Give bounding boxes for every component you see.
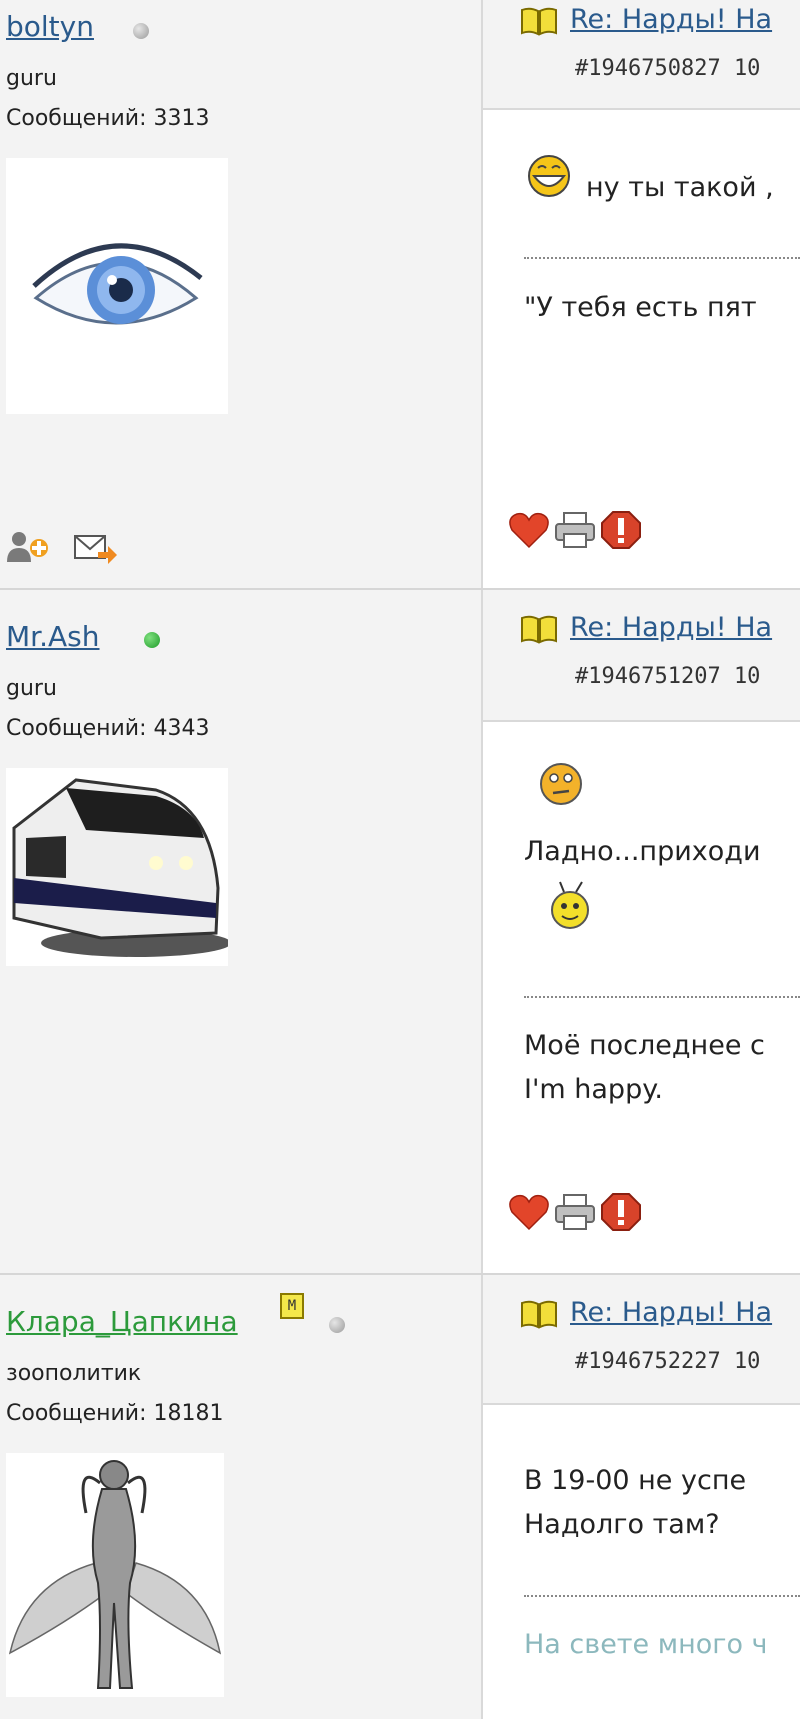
post-title-link[interactable]: Re: Нарды! На [570, 4, 772, 35]
signature-text: I'm happy. [524, 1074, 663, 1105]
offline-status-icon [133, 23, 149, 39]
post-header [483, 590, 800, 720]
author-message-count: Сообщений: 3313 [6, 106, 210, 131]
forum-post: boltyn guru Сообщений: 3313 Re: Нарды! Н… [0, 0, 800, 588]
bee-smiley-icon [548, 880, 594, 934]
signature-divider [524, 1595, 800, 1597]
online-status-icon [144, 632, 160, 648]
post-id-link[interactable]: #1946751207 10 [575, 664, 760, 689]
post-text-line: В 19-00 не успе [524, 1465, 747, 1496]
author-username-link[interactable]: Клара_Цапкина [6, 1305, 238, 1338]
thinking-smiley-icon [538, 762, 584, 810]
author-avatar [6, 158, 228, 414]
post-body [483, 1405, 800, 1719]
like-heart-icon[interactable] [508, 510, 550, 554]
signature-text: На свете много ч [524, 1629, 768, 1660]
signature-text: Моё последнее с [524, 1030, 765, 1061]
like-heart-icon[interactable] [508, 1192, 550, 1236]
signature-text: "У тебя есть пят [524, 292, 757, 323]
offline-status-icon [329, 1317, 345, 1333]
post-text-line: ну ты такой , [586, 172, 774, 203]
post-text-line: Надолго там? [524, 1509, 720, 1540]
print-icon[interactable] [554, 510, 596, 554]
post-title-link[interactable]: Re: Нарды! На [570, 1297, 772, 1328]
train-avatar-image [12, 778, 228, 957]
post-text-line: Ладно...приходи [524, 836, 761, 867]
author-rank: guru [6, 66, 57, 91]
author-rank: guru [6, 676, 57, 701]
forum-post: Клара_Цапкина M зоополитик Сообщений: 18… [0, 1275, 800, 1719]
signature-divider [524, 996, 800, 998]
grin-smiley-icon [526, 154, 572, 202]
book-icon [520, 6, 558, 40]
post-id-link[interactable]: #1946750827 10 [575, 56, 760, 81]
author-avatar [6, 768, 228, 966]
author-avatar [6, 1453, 224, 1697]
report-icon[interactable] [600, 510, 642, 554]
author-rank: зоополитик [6, 1361, 142, 1386]
post-id-link[interactable]: #1946752227 10 [575, 1349, 760, 1374]
author-message-count: Сообщений: 18181 [6, 1401, 224, 1426]
add-friend-icon[interactable] [6, 530, 50, 568]
report-icon[interactable] [600, 1192, 642, 1236]
author-username-link[interactable]: boltyn [6, 10, 94, 43]
eye-avatar-image [32, 243, 203, 325]
book-icon [520, 1299, 558, 1333]
post-title-link[interactable]: Re: Нарды! На [570, 612, 772, 643]
book-icon [520, 614, 558, 648]
send-message-icon[interactable] [74, 532, 118, 570]
post-header [483, 1275, 800, 1403]
moderator-badge-icon: M [280, 1293, 304, 1319]
print-icon[interactable] [554, 1192, 596, 1236]
angel-avatar-image [8, 1460, 222, 1689]
author-message-count: Сообщений: 4343 [6, 716, 210, 741]
author-username-link[interactable]: Mr.Ash [6, 620, 100, 653]
signature-divider [524, 257, 800, 259]
forum-post: Mr.Ash guru Сообщений: 4343 Re: Нарды! Н… [0, 590, 800, 1273]
